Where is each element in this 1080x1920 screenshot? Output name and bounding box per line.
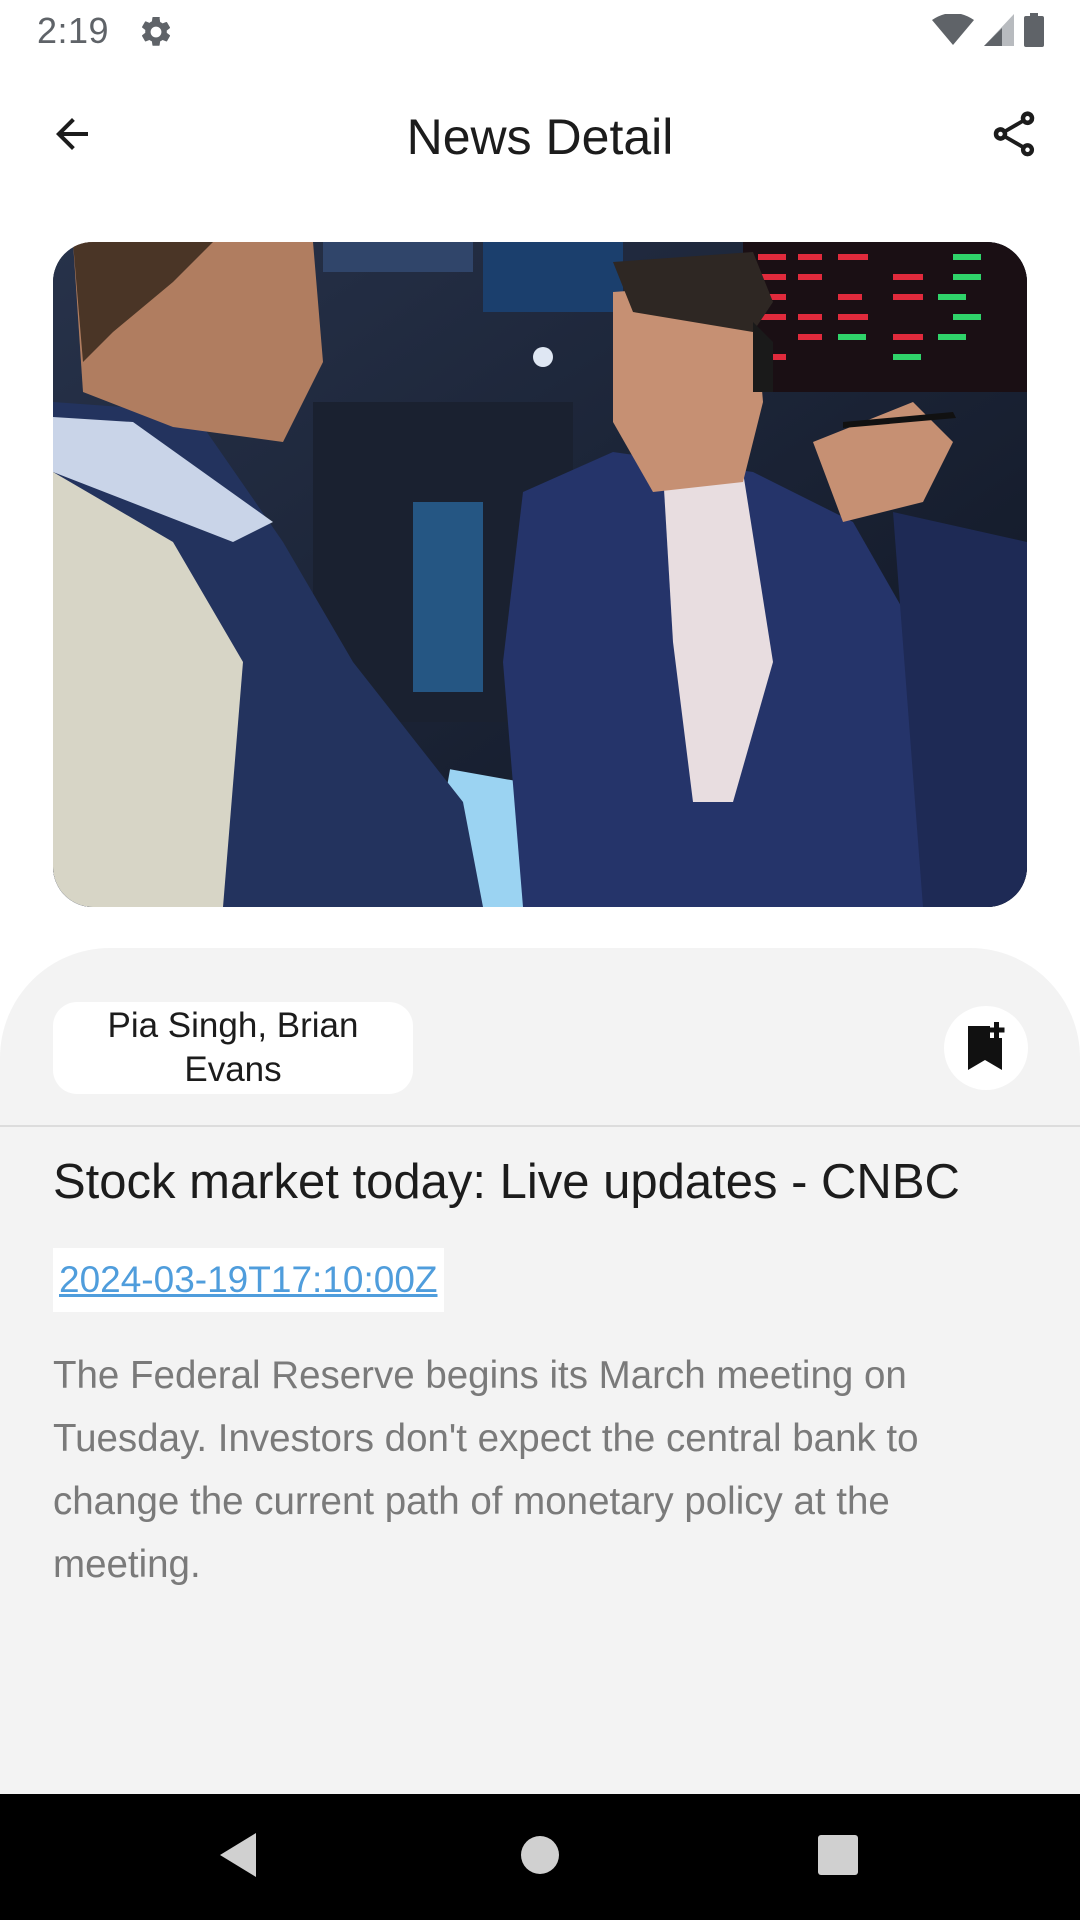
author-chip: Pia Singh, Brian Evans bbox=[53, 1002, 413, 1094]
battery-icon bbox=[1024, 12, 1044, 52]
system-nav-bar bbox=[0, 1794, 1080, 1920]
share-icon bbox=[987, 107, 1041, 166]
nav-back-icon bbox=[216, 1831, 260, 1884]
nav-back-button[interactable] bbox=[208, 1827, 268, 1887]
status-bar: 2:19 bbox=[0, 0, 1080, 64]
nav-home-button[interactable] bbox=[510, 1827, 570, 1887]
share-button[interactable] bbox=[984, 106, 1044, 166]
status-icons bbox=[932, 12, 1044, 52]
article-sheet: Pia Singh, Brian Evans Stock market toda… bbox=[0, 948, 1080, 1794]
divider bbox=[0, 1125, 1080, 1127]
bookmark-button[interactable] bbox=[944, 1006, 1028, 1090]
status-time: 2:19 bbox=[37, 10, 110, 51]
news-detail-screen: 2:19 News Detail Pia Singh, Brian Evans … bbox=[0, 0, 1080, 1920]
wifi-icon bbox=[932, 12, 974, 51]
nav-home-icon bbox=[520, 1835, 560, 1880]
published-date-link[interactable]: 2024-03-19T17:10:00Z bbox=[53, 1248, 444, 1312]
gear-icon bbox=[138, 14, 174, 50]
app-bar: News Detail bbox=[0, 80, 1080, 192]
page-title: News Detail bbox=[406, 109, 674, 165]
article-image bbox=[53, 242, 1027, 907]
bookmark-add-icon bbox=[962, 1020, 1010, 1077]
nav-recents-button[interactable] bbox=[808, 1827, 868, 1887]
article-title: Stock market today: Live updates - CNBC bbox=[53, 1155, 960, 1209]
signal-icon bbox=[984, 13, 1014, 51]
nav-recents-icon bbox=[817, 1834, 859, 1881]
article-description: The Federal Reserve begins its March mee… bbox=[53, 1354, 919, 1586]
